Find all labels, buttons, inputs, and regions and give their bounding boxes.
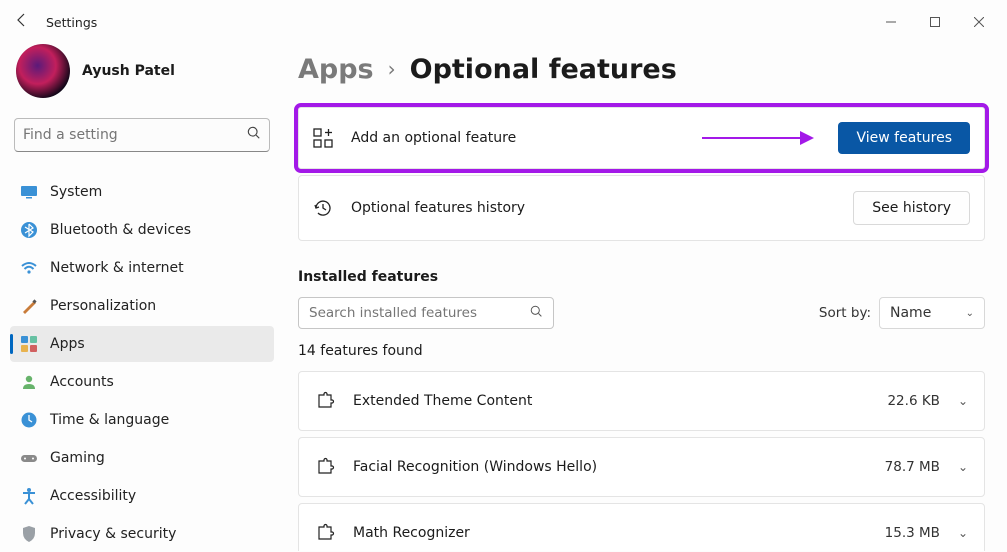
sidebar-item-privacy[interactable]: Privacy & security (10, 516, 274, 552)
close-button[interactable] (957, 6, 1001, 38)
avatar (16, 44, 70, 98)
puzzle-icon (315, 391, 353, 411)
feature-size: 15.3 MB (885, 525, 940, 541)
breadcrumb: Apps › Optional features (298, 54, 985, 85)
settings-search[interactable] (14, 118, 270, 152)
back-button[interactable] (6, 12, 38, 32)
feature-name: Extended Theme Content (353, 393, 887, 409)
wifi-icon (20, 259, 50, 277)
feature-row[interactable]: Facial Recognition (Windows Hello) 78.7 … (298, 437, 985, 497)
bluetooth-icon (20, 221, 50, 239)
puzzle-icon (315, 523, 353, 543)
sidebar-item-system[interactable]: System (10, 174, 274, 210)
history-card: Optional features history See history (298, 175, 985, 241)
history-label: Optional features history (351, 200, 853, 216)
sidebar-item-label: Accessibility (50, 488, 136, 504)
sort-value: Name (890, 305, 931, 321)
sort-select[interactable]: Name ⌄ (879, 297, 985, 329)
feature-name: Math Recognizer (353, 525, 885, 541)
chevron-right-icon: › (388, 57, 396, 81)
search-icon (247, 126, 261, 144)
view-features-button[interactable]: View features (838, 122, 970, 154)
annotation-arrow-icon (702, 137, 812, 139)
feature-name: Facial Recognition (Windows Hello) (353, 459, 885, 475)
sidebar-item-accessibility[interactable]: Accessibility (10, 478, 274, 514)
sidebar-item-label: Apps (50, 336, 85, 352)
sidebar-item-label: Personalization (50, 298, 156, 314)
feature-size: 22.6 KB (887, 393, 939, 409)
main-content: Apps › Optional features Add an optional… (284, 44, 1007, 551)
sidebar-item-bluetooth[interactable]: Bluetooth & devices (10, 212, 274, 248)
profile-block[interactable]: Ayush Patel (10, 44, 274, 112)
sidebar-item-label: Accounts (50, 374, 114, 390)
nav-list: System Bluetooth & devices Network & int… (10, 174, 274, 552)
sidebar-item-gaming[interactable]: Gaming (10, 440, 274, 476)
history-icon (313, 198, 351, 218)
installed-search-input[interactable] (309, 305, 530, 321)
chevron-down-icon: ⌄ (966, 308, 974, 319)
search-icon (530, 305, 543, 321)
installed-search[interactable] (298, 297, 554, 329)
feature-row[interactable]: Math Recognizer 15.3 MB ⌄ (298, 503, 985, 551)
sidebar-item-label: Network & internet (50, 260, 184, 276)
sidebar-item-time-language[interactable]: Time & language (10, 402, 274, 438)
sidebar-item-personalization[interactable]: Personalization (10, 288, 274, 324)
sidebar-item-label: Gaming (50, 450, 105, 466)
chevron-down-icon: ⌄ (958, 460, 968, 474)
results-count: 14 features found (298, 343, 985, 359)
sidebar: Ayush Patel System Bluetooth & devices N… (0, 44, 284, 551)
system-icon (20, 183, 50, 201)
add-grid-icon (313, 128, 351, 148)
minimize-button[interactable] (869, 6, 913, 38)
breadcrumb-parent[interactable]: Apps (298, 54, 374, 85)
brush-icon (20, 297, 50, 315)
installed-toolbar: Sort by: Name ⌄ (298, 297, 985, 329)
accounts-icon (20, 373, 50, 391)
settings-search-input[interactable] (23, 127, 247, 143)
chevron-down-icon: ⌄ (958, 526, 968, 540)
apps-icon (20, 335, 50, 353)
sidebar-item-accounts[interactable]: Accounts (10, 364, 274, 400)
add-feature-label: Add an optional feature (351, 130, 702, 146)
shield-icon (20, 525, 50, 543)
chevron-down-icon: ⌄ (958, 394, 968, 408)
sidebar-item-label: Bluetooth & devices (50, 222, 191, 238)
puzzle-icon (315, 457, 353, 477)
accessibility-icon (20, 487, 50, 505)
window-title: Settings (46, 15, 97, 30)
see-history-button[interactable]: See history (853, 191, 970, 225)
add-feature-card: Add an optional feature View features (298, 107, 985, 169)
sidebar-item-apps[interactable]: Apps (10, 326, 274, 362)
page-title: Optional features (410, 54, 677, 85)
feature-size: 78.7 MB (885, 459, 940, 475)
feature-row[interactable]: Extended Theme Content 22.6 KB ⌄ (298, 371, 985, 431)
sidebar-item-label: Time & language (50, 412, 169, 428)
installed-section-title: Installed features (298, 269, 985, 285)
globe-clock-icon (20, 411, 50, 429)
sort-label: Sort by: (819, 305, 871, 321)
profile-name: Ayush Patel (82, 63, 175, 79)
sidebar-item-network[interactable]: Network & internet (10, 250, 274, 286)
titlebar: Settings (0, 0, 1007, 44)
sidebar-item-label: Privacy & security (50, 526, 176, 542)
maximize-button[interactable] (913, 6, 957, 38)
sidebar-item-label: System (50, 184, 102, 200)
gamepad-icon (20, 449, 50, 467)
